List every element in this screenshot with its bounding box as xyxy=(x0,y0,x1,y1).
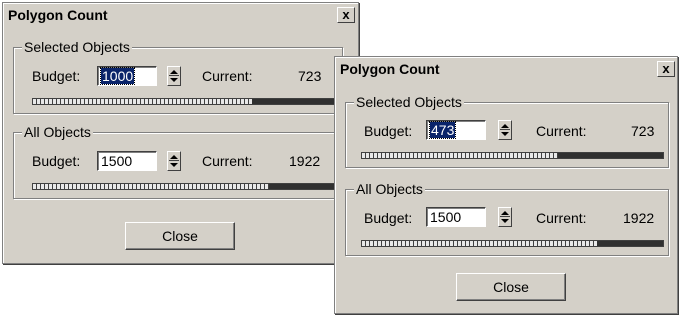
budget-input[interactable]: 1000 xyxy=(97,66,157,86)
current-label: Current: xyxy=(202,153,253,169)
selected-progress-bar xyxy=(361,152,664,159)
selected-progress-fill xyxy=(362,153,558,158)
budget-label: Budget: xyxy=(364,123,413,139)
selected-objects-legend: Selected Objects xyxy=(354,94,464,110)
selected-objects-group: Selected Objects Budget: 473 Current: 72… xyxy=(345,94,669,168)
all-objects-group: All Objects Budget: 1500 Current: 1922 xyxy=(13,124,343,199)
current-label: Current: xyxy=(536,210,587,226)
selected-progress-fill xyxy=(33,99,253,104)
budget-label: Budget: xyxy=(364,210,413,226)
all-progress-bar xyxy=(32,183,337,190)
spinner-up-icon[interactable] xyxy=(170,155,178,159)
spinner-down-icon[interactable] xyxy=(170,163,178,167)
dialog-title: Polygon Count xyxy=(8,7,108,23)
spinner-up-icon[interactable] xyxy=(501,211,509,215)
polygon-count-dialog-front: Polygon Count x Selected Objects Budget:… xyxy=(334,56,678,314)
budget-spinner[interactable] xyxy=(167,151,181,171)
title-bar[interactable]: Polygon Count x xyxy=(336,58,676,80)
spinner-down-icon[interactable] xyxy=(501,132,509,136)
all-progress-fill xyxy=(362,241,597,246)
budget-input[interactable]: 1500 xyxy=(97,151,157,171)
budget-spinner[interactable] xyxy=(498,120,512,140)
current-value: 723 xyxy=(298,68,322,84)
close-button[interactable]: Close xyxy=(125,222,235,250)
budget-spinner[interactable] xyxy=(167,66,181,86)
budget-input-value: 1500 xyxy=(101,153,133,169)
budget-input-value: 473 xyxy=(428,121,457,139)
current-value: 1922 xyxy=(623,210,655,226)
all-progress-fill xyxy=(33,184,270,189)
current-label: Current: xyxy=(536,123,587,139)
all-progress-bar xyxy=(361,240,664,247)
spinner-up-icon[interactable] xyxy=(170,70,178,74)
selected-progress-bar xyxy=(32,98,337,105)
spinner-down-icon[interactable] xyxy=(501,219,509,223)
spinner-up-icon[interactable] xyxy=(501,124,509,128)
budget-input[interactable]: 473 xyxy=(426,120,486,140)
current-value: 1922 xyxy=(289,153,321,169)
selected-objects-legend: Selected Objects xyxy=(22,39,132,55)
spinner-divider xyxy=(500,216,510,217)
spinner-divider xyxy=(500,129,510,130)
selected-objects-group: Selected Objects Budget: 1000 Current: 7… xyxy=(13,39,343,114)
budget-input[interactable]: 1500 xyxy=(426,207,486,227)
spinner-divider xyxy=(169,160,179,161)
close-icon[interactable]: x xyxy=(337,7,355,23)
budget-label: Budget: xyxy=(32,68,81,84)
budget-input-value: 1000 xyxy=(99,67,136,85)
close-button[interactable]: Close xyxy=(456,273,566,301)
close-icon[interactable]: x xyxy=(657,61,675,77)
spinner-down-icon[interactable] xyxy=(170,78,178,82)
current-label: Current: xyxy=(202,68,253,84)
budget-input-value: 1500 xyxy=(430,209,462,225)
dialog-title: Polygon Count xyxy=(340,61,440,77)
budget-spinner[interactable] xyxy=(498,207,512,227)
all-objects-group: All Objects Budget: 1500 Current: 1922 xyxy=(345,181,669,256)
budget-label: Budget: xyxy=(32,153,81,169)
current-value: 723 xyxy=(631,123,655,139)
all-objects-legend: All Objects xyxy=(354,181,425,197)
polygon-count-dialog-back: Polygon Count x Selected Objects Budget:… xyxy=(2,2,359,264)
all-objects-legend: All Objects xyxy=(22,124,93,140)
spinner-divider xyxy=(169,75,179,76)
title-bar[interactable]: Polygon Count x xyxy=(4,4,357,26)
